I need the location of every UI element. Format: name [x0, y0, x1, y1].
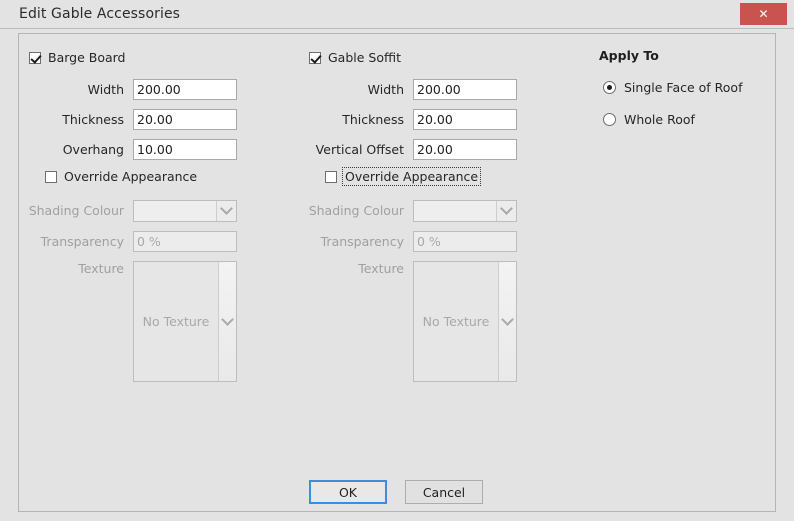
checkbox-icon [29, 52, 41, 64]
gable-soffit-override-appearance-label: Override Appearance [344, 169, 479, 184]
gable-soffit-transparency-input[interactable] [413, 231, 517, 252]
title-bar: Edit Gable Accessories ✕ [0, 0, 794, 29]
barge-board-transparency-label: Transparency [19, 234, 133, 249]
dialog-content-panel: Barge Board Width Thickness Overhang Ove… [18, 33, 776, 512]
gable-soffit-shading-colour-label: Shading Colour [299, 203, 413, 218]
barge-board-width-input[interactable] [133, 79, 237, 100]
apply-to-title: Apply To [599, 48, 659, 63]
texture-scrollbar[interactable] [498, 262, 516, 381]
barge-board-overhang-label: Overhang [19, 142, 133, 157]
gable-soffit-texture-box[interactable]: No Texture [413, 261, 517, 382]
close-button[interactable]: ✕ [740, 3, 787, 25]
barge-board-overhang-input[interactable] [133, 139, 237, 160]
gable-soffit-override-appearance-checkbox[interactable]: Override Appearance [325, 169, 479, 184]
barge-board-thickness-label: Thickness [19, 112, 133, 127]
barge-board-shading-colour-label: Shading Colour [19, 203, 133, 218]
barge-board-overhang-row: Overhang [19, 139, 237, 160]
texture-scrollbar[interactable] [218, 262, 236, 381]
checkbox-icon [45, 171, 57, 183]
ok-button[interactable]: OK [309, 480, 387, 504]
gable-soffit-checkbox[interactable]: Gable Soffit [309, 50, 401, 65]
barge-board-texture-value: No Texture [134, 262, 218, 381]
barge-board-shading-colour-dropdown[interactable] [133, 200, 237, 222]
apply-to-option-whole-roof-label: Whole Roof [624, 112, 695, 127]
gable-soffit-shading-colour-value [414, 201, 496, 221]
barge-board-override-appearance-checkbox[interactable]: Override Appearance [45, 169, 197, 184]
barge-board-transparency-row: Transparency [19, 231, 237, 252]
gable-soffit-width-label: Width [299, 82, 413, 97]
cancel-button-label: Cancel [423, 485, 465, 500]
chevron-down-icon [216, 201, 236, 221]
chevron-down-icon [496, 201, 516, 221]
gable-soffit-texture-value: No Texture [414, 262, 498, 381]
gable-soffit-shading-colour-dropdown[interactable] [413, 200, 517, 222]
barge-board-shading-colour-value [134, 201, 216, 221]
barge-board-width-row: Width [19, 79, 237, 100]
gable-soffit-texture-label: Texture [299, 261, 413, 277]
gable-soffit-transparency-row: Transparency [299, 231, 517, 252]
checkbox-icon [325, 171, 337, 183]
ok-button-label: OK [339, 485, 357, 500]
barge-board-transparency-input[interactable] [133, 231, 237, 252]
barge-board-thickness-input[interactable] [133, 109, 237, 130]
gable-soffit-thickness-input[interactable] [413, 109, 517, 130]
gable-soffit-texture-row: Texture No Texture [299, 261, 517, 382]
radio-icon [603, 113, 616, 126]
apply-to-option-whole-roof[interactable]: Whole Roof [603, 112, 695, 127]
checkbox-icon [309, 52, 321, 64]
gable-soffit-vertical-offset-input[interactable] [413, 139, 517, 160]
barge-board-checkbox[interactable]: Barge Board [29, 50, 126, 65]
barge-board-texture-row: Texture No Texture [19, 261, 237, 382]
window-title: Edit Gable Accessories [19, 6, 180, 22]
cancel-button[interactable]: Cancel [405, 480, 483, 504]
barge-board-thickness-row: Thickness [19, 109, 237, 130]
gable-soffit-label: Gable Soffit [328, 50, 401, 65]
barge-board-texture-label: Texture [19, 261, 133, 277]
gable-soffit-thickness-row: Thickness [299, 109, 517, 130]
gable-soffit-width-input[interactable] [413, 79, 517, 100]
barge-board-label: Barge Board [48, 50, 126, 65]
barge-board-width-label: Width [19, 82, 133, 97]
apply-to-option-single-face[interactable]: Single Face of Roof [603, 80, 742, 95]
barge-board-override-appearance-label: Override Appearance [64, 169, 197, 184]
gable-soffit-thickness-label: Thickness [299, 112, 413, 127]
apply-to-option-single-face-label: Single Face of Roof [624, 80, 742, 95]
gable-soffit-transparency-label: Transparency [299, 234, 413, 249]
gable-soffit-width-row: Width [299, 79, 517, 100]
gable-soffit-shading-colour-row: Shading Colour [299, 200, 517, 221]
barge-board-texture-box[interactable]: No Texture [133, 261, 237, 382]
close-icon: ✕ [758, 7, 768, 21]
barge-board-shading-colour-row: Shading Colour [19, 200, 237, 221]
radio-icon [603, 81, 616, 94]
gable-soffit-vertical-offset-row: Vertical Offset [299, 139, 517, 160]
gable-soffit-vertical-offset-label: Vertical Offset [299, 142, 413, 157]
